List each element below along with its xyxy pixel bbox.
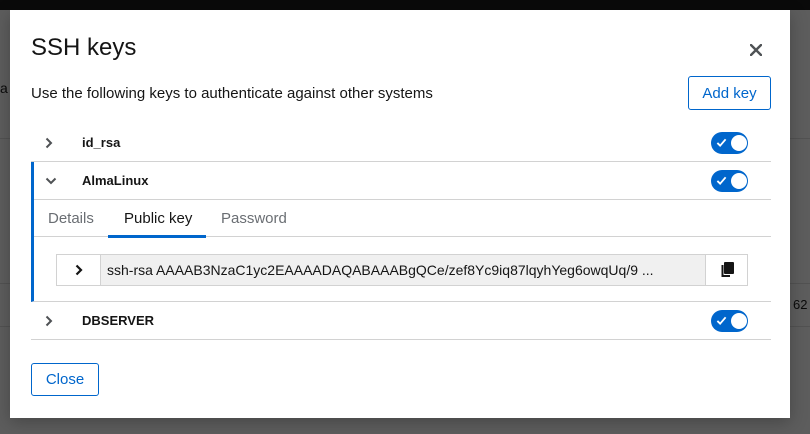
ssh-key-row[interactable]: DBSERVER (31, 302, 771, 340)
ssh-key-expanded-section: AlmaLinux Details Public key Password ss… (31, 162, 771, 302)
check-icon (716, 316, 727, 325)
ssh-key-toggle[interactable] (711, 309, 748, 332)
toggle-knob (731, 312, 747, 329)
check-icon (716, 176, 727, 185)
toggle-knob (731, 172, 747, 189)
chevron-down-icon[interactable] (45, 162, 57, 200)
close-icon[interactable] (744, 38, 768, 62)
tab-details[interactable]: Details (48, 200, 94, 237)
check-icon (716, 138, 727, 147)
public-key-field: ssh-rsa AAAAB3NzaC1yc2EAAAADAQABAAABgQCe… (56, 254, 748, 286)
chevron-right-icon[interactable] (45, 124, 53, 162)
ssh-key-row[interactable]: AlmaLinux (34, 162, 771, 200)
ssh-key-name: DBSERVER (82, 313, 155, 328)
tab-password[interactable]: Password (221, 200, 287, 237)
ssh-key-name: id_rsa (82, 135, 121, 150)
ssh-key-list: id_rsa AlmaLinux Details Public key Pass… (31, 124, 771, 340)
dialog-description: Use the following keys to authenticate a… (31, 85, 433, 102)
copy-icon[interactable] (705, 255, 747, 285)
chevron-right-icon[interactable] (45, 302, 53, 340)
ssh-key-name: AlmaLinux (82, 173, 149, 188)
ssh-keys-dialog: SSH keys Use the following keys to authe… (10, 10, 790, 418)
toggle-knob (731, 134, 747, 151)
public-key-value[interactable]: ssh-rsa AAAAB3NzaC1yc2EAAAADAQABAAABgQCe… (101, 255, 705, 285)
add-key-button[interactable]: Add key (688, 76, 771, 110)
chevron-right-icon[interactable] (57, 255, 101, 285)
ssh-key-toggle[interactable] (711, 131, 748, 154)
dialog-title: SSH keys (31, 34, 137, 61)
public-key-panel: ssh-rsa AAAAB3NzaC1yc2EAAAADAQABAAABgQCe… (34, 237, 771, 301)
tab-public-key[interactable]: Public key (107, 200, 207, 238)
close-button[interactable]: Close (31, 363, 99, 396)
ssh-key-row[interactable]: id_rsa (31, 124, 771, 162)
ssh-key-tabs: Details Public key Password (34, 200, 771, 238)
ssh-key-toggle[interactable] (711, 169, 748, 192)
